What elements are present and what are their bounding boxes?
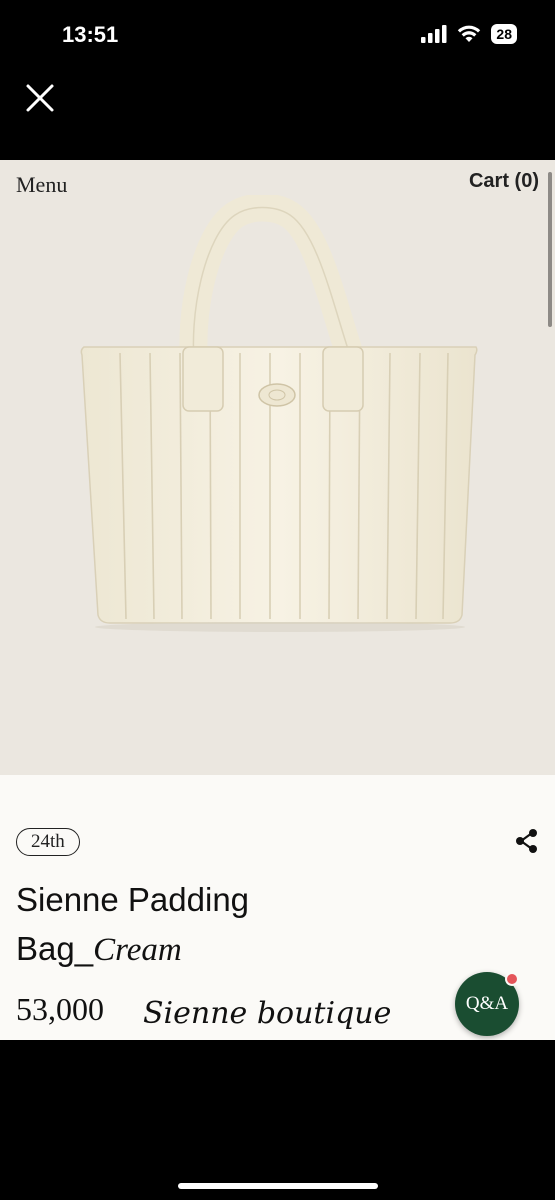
close-button[interactable] [22, 80, 58, 116]
scrollbar-thumb[interactable] [548, 172, 552, 327]
wifi-icon [458, 25, 481, 42]
status-time: 13:51 [62, 22, 119, 47]
product-info: 24th Sienne Padding Bag_Cream 53,000 Sie… [0, 775, 555, 1040]
share-button[interactable] [515, 828, 539, 854]
notification-dot [505, 972, 519, 986]
product-title-line1: Sienne Padding [16, 881, 250, 918]
webview: Menu Cart (0) 24th Sienne Padding Bag_Cr… [0, 160, 555, 1040]
product-color-name: Cream [93, 932, 182, 968]
product-hero: Menu Cart (0) [0, 160, 555, 775]
home-indicator[interactable] [178, 1183, 378, 1189]
share-icon [516, 829, 537, 853]
close-icon [26, 84, 54, 112]
brand-signature-text: Sienne boutique [143, 996, 391, 1031]
product-title-prefix: Bag_ [16, 930, 94, 967]
battery-icon: 28 [491, 24, 517, 44]
cellular-signal-icon [421, 25, 447, 43]
status-icons: 28 [421, 24, 517, 44]
tote-bag-image [80, 195, 478, 632]
edition-badge: 24th [16, 828, 80, 856]
cart-link[interactable]: Cart (0) [469, 170, 539, 193]
status-bar: 13:51 28 [0, 0, 555, 75]
brand-signature: Sienne boutique [143, 996, 391, 1031]
product-title-line2: Bag_Cream [16, 930, 182, 969]
product-price: 53,000 [16, 991, 104, 1027]
menu-link[interactable]: Menu [16, 172, 67, 198]
